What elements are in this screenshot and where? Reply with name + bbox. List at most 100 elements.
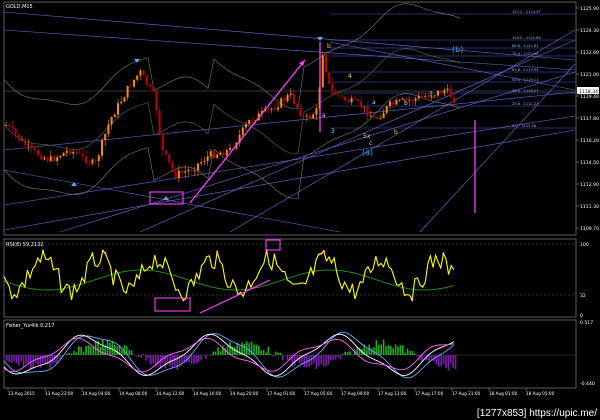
candle-body <box>62 152 65 157</box>
chart-window[interactable]: 1125.90 1124.30 1122.60 1121.00 1119.40 1117.… <box>0 0 600 420</box>
candle-body <box>49 156 52 161</box>
fibo-level-label: 23.6 - 1117.23 <box>512 102 538 106</box>
candle-body <box>206 156 209 162</box>
fisher-histogram-bar <box>42 355 44 364</box>
fisher-histogram-bar <box>452 355 454 368</box>
price-tick-label: 1109.70 <box>580 226 599 232</box>
wave-label: c <box>369 140 372 147</box>
candle-body <box>213 151 215 158</box>
fibo-level-label: 100.0 - 1122.64 <box>512 36 541 40</box>
time-tick-label: 17 Aug 13:00 <box>378 391 407 396</box>
fisher-histogram-bar <box>128 349 130 355</box>
fisher-histogram-bar <box>330 355 332 361</box>
fisher-histogram-bar <box>450 355 452 364</box>
candle-body <box>139 70 142 76</box>
fisher-histogram-bar <box>10 355 13 364</box>
time-tick-label: 18 Aug 01:00 <box>489 391 518 396</box>
candle-body <box>200 162 203 164</box>
wave-label: a <box>322 112 326 119</box>
candle-body <box>123 97 126 102</box>
fisher-histogram-bar <box>87 345 90 355</box>
candle-body <box>75 151 78 154</box>
chart-canvas[interactable]: 1125.90 1124.30 1122.60 1121.00 1119.40 1117.… <box>0 0 600 420</box>
fisher-histogram-bar <box>82 351 85 355</box>
candle-body <box>209 151 212 157</box>
fisher-histogram-bar <box>195 355 198 364</box>
candle-body <box>398 99 401 101</box>
candle-body <box>357 99 359 102</box>
candle-body <box>107 124 110 134</box>
fisher-histogram-bar <box>380 344 382 355</box>
fisher-histogram-bar <box>349 351 351 355</box>
fisher-histogram-bar <box>66 353 68 355</box>
current-price-label: 1118.34 <box>579 89 598 95</box>
price-tick-label: 1121.00 <box>580 72 599 78</box>
fisher-histogram-bar <box>277 352 279 355</box>
fisher-histogram-bar <box>440 355 442 367</box>
fisher-histogram-bar <box>159 355 162 369</box>
fibo-level-label: 76.4 - 1120.98 <box>512 52 539 56</box>
fisher-histogram-bar <box>27 355 30 364</box>
main-panel-frame <box>3 1 577 236</box>
down-arrow-icon <box>134 59 140 63</box>
trend-arrow-line <box>189 59 306 204</box>
candle-body <box>37 149 39 156</box>
candle-body <box>424 96 427 97</box>
fisher-histogram-bar <box>6 355 8 361</box>
candle-body <box>152 86 155 91</box>
fisher-histogram-bar <box>8 355 10 362</box>
fisher-histogram-bar <box>294 355 296 366</box>
candle-body <box>229 147 231 150</box>
candle-body <box>216 154 219 158</box>
fisher-histogram-bar <box>90 346 92 355</box>
fisher-histogram-bar <box>416 355 418 357</box>
fisher-histogram-bar <box>20 355 22 362</box>
candle-body <box>273 108 276 110</box>
candle-body <box>94 159 97 161</box>
candle-body <box>165 150 167 155</box>
fisher-histogram-bar <box>138 355 140 358</box>
fisher-histogram-bar <box>25 355 27 364</box>
fisher-histogram-bar <box>346 352 349 355</box>
fisher-histogram-bar <box>85 345 87 355</box>
candle-body <box>8 124 11 127</box>
wave-label: a <box>372 99 376 106</box>
fisher-histogram-bar <box>58 355 61 360</box>
fisher-histogram-bar <box>219 351 222 355</box>
fibo-level-label: 0.0 - 1115.56 <box>512 124 537 128</box>
candle-body <box>14 128 17 135</box>
fisher-histogram-bar <box>18 355 20 366</box>
candle-body <box>17 134 20 140</box>
candle-body <box>283 98 286 101</box>
candle-body <box>113 114 116 117</box>
fisher-histogram-bar <box>37 355 39 365</box>
candle-body <box>376 117 379 119</box>
fisher-histogram-bar <box>394 344 397 355</box>
fisher-histogram-bar <box>111 340 114 355</box>
wave-label: 3 <box>331 128 335 135</box>
candle-body <box>69 150 71 154</box>
price-tick-label: 1125.90 <box>580 6 599 12</box>
candle-body <box>97 155 100 161</box>
candle-body <box>46 157 49 161</box>
fisher-histogram-bar <box>243 344 246 355</box>
candle-body <box>241 127 244 135</box>
fisher-histogram-bar <box>322 355 325 366</box>
rsi-tick-label: 0 <box>580 313 583 319</box>
wave-label: b <box>404 100 408 107</box>
candle-body <box>59 156 62 158</box>
fisher-histogram-bar <box>255 344 258 355</box>
fisher-histogram-bar <box>411 350 414 355</box>
candle-body <box>193 170 196 172</box>
candle-body <box>174 169 177 179</box>
fisher-histogram-bar <box>385 346 387 355</box>
wave-label: (a) <box>362 148 373 157</box>
fisher-histogram-bar <box>378 344 380 355</box>
candle-body <box>142 70 145 76</box>
fisher-histogram-bar <box>217 347 219 355</box>
candle-body <box>88 163 91 165</box>
fisher-histogram-bar <box>80 346 82 355</box>
fisher-histogram-bar <box>270 354 272 355</box>
fibo-level-label: 127.2 - 1124.57 <box>512 10 541 14</box>
time-tick-label: 14 Aug 08:00 <box>119 391 148 396</box>
